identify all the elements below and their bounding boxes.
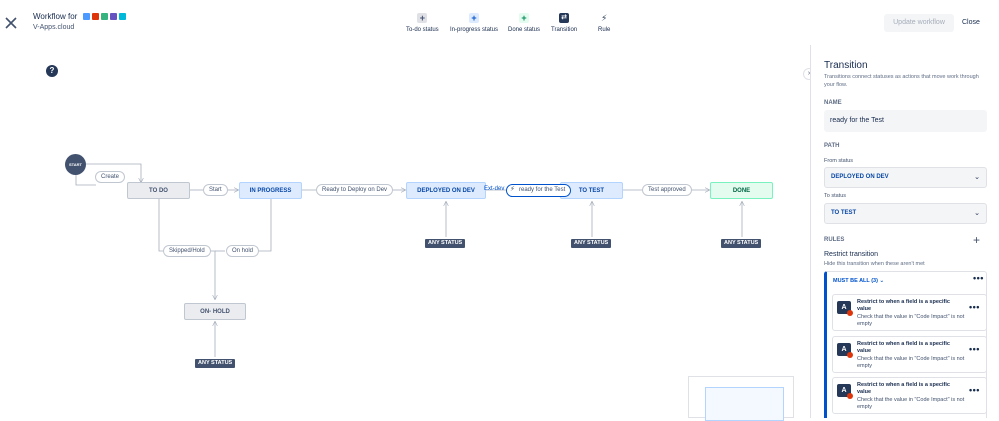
rule-description: Check that the value in "Code Impact" is…	[857, 314, 965, 327]
to-status-value: TO TEST	[831, 210, 857, 216]
any-status-badge[interactable]: ANY STATUS	[721, 239, 762, 248]
transition-on-hold[interactable]: On hold	[226, 245, 260, 257]
transition-label: ready for the Test	[519, 187, 566, 193]
transition-create[interactable]: Create	[95, 171, 126, 183]
status-in-progress[interactable]: IN PROGRESS	[239, 182, 302, 199]
from-status-value: DEPLOYED ON DEV	[831, 174, 889, 180]
transition-ghost-label: Ext-dev	[484, 186, 505, 192]
more-options-icon[interactable]: •••	[969, 344, 980, 354]
restrict-transition-title: Restrict transition	[824, 251, 879, 258]
rule-card[interactable]: A Restrict to when a field is a specific…	[832, 377, 987, 414]
transition-test-approved[interactable]: Test approved	[642, 184, 692, 196]
rules-group: MUST BE ALL (3) ⌄ ••• A Restrict to when…	[824, 271, 987, 418]
status-todo[interactable]: TO DO	[127, 182, 190, 199]
status-deployed-on-dev[interactable]: DEPLOYED ON DEV	[406, 182, 486, 199]
rule-card[interactable]: A Restrict to when a field is a specific…	[832, 336, 987, 373]
from-status-select[interactable]: DEPLOYED ON DEV ⌄	[824, 167, 987, 188]
rule-field-icon: A	[837, 301, 853, 316]
rule-description: Check that the value in "Code Impact" is…	[857, 356, 965, 369]
transition-skipped-hold[interactable]: Skipped/Hold	[163, 245, 211, 257]
start-node[interactable]: START	[65, 154, 86, 175]
transition-start[interactable]: Start	[203, 184, 228, 196]
to-status-label: To status	[824, 193, 847, 199]
transition-ready-deploy[interactable]: Ready to Deploy on Dev	[316, 184, 394, 196]
must-be-all-label: MUST BE ALL (3)	[833, 278, 878, 284]
panel-title: Transition	[824, 60, 868, 71]
minimap[interactable]	[688, 376, 794, 421]
to-status-select[interactable]: TO TEST ⌄	[824, 203, 987, 224]
from-status-label: From status	[824, 158, 854, 164]
more-options-icon[interactable]: •••	[969, 385, 980, 395]
rule-title: Restrict to when a field is a specific v…	[857, 299, 950, 312]
transition-panel: Transition Transitions connect statuses …	[810, 45, 999, 418]
more-options-icon[interactable]: •••	[973, 273, 984, 283]
more-options-icon[interactable]: •••	[969, 302, 980, 312]
must-be-all-dropdown[interactable]: MUST BE ALL (3) ⌄	[833, 278, 884, 284]
rule-field-icon: A	[837, 384, 853, 399]
help-icon[interactable]: ?	[46, 65, 58, 77]
add-rule-plus-icon[interactable]: +	[973, 233, 980, 247]
transition-name-input[interactable]: ready for the Test	[824, 110, 987, 132]
rule-card[interactable]: A Restrict to when a field is a specific…	[832, 294, 987, 331]
status-on-hold[interactable]: ON- HOLD	[184, 303, 246, 320]
rules-label: RULES	[824, 237, 845, 243]
rule-title: Restrict to when a field is a specific v…	[857, 382, 950, 395]
any-status-badge[interactable]: ANY STATUS	[195, 359, 236, 368]
any-status-badge[interactable]: ANY STATUS	[425, 239, 466, 248]
chevron-down-icon: ⌄	[974, 174, 980, 181]
restrict-transition-subtitle: Hide this transition when these aren't m…	[824, 261, 925, 267]
path-label: PATH	[824, 143, 840, 149]
minimap-viewport[interactable]	[705, 387, 784, 421]
transition-ready-for-test-selected[interactable]: ⚡ ready for the Test	[506, 184, 571, 197]
status-done[interactable]: DONE	[710, 182, 773, 199]
rule-description: Check that the value in "Code Impact" is…	[857, 397, 965, 410]
name-label: NAME	[824, 100, 842, 106]
chevron-down-icon: ⌄	[974, 210, 980, 217]
rule-field-icon: A	[837, 343, 853, 358]
panel-description: Transitions connect statuses as actions …	[824, 74, 979, 88]
bolt-icon: ⚡	[510, 186, 515, 193]
rule-title: Restrict to when a field is a specific v…	[857, 341, 950, 354]
any-status-badge[interactable]: ANY STATUS	[571, 239, 612, 248]
chevron-down-icon: ⌄	[879, 278, 885, 284]
